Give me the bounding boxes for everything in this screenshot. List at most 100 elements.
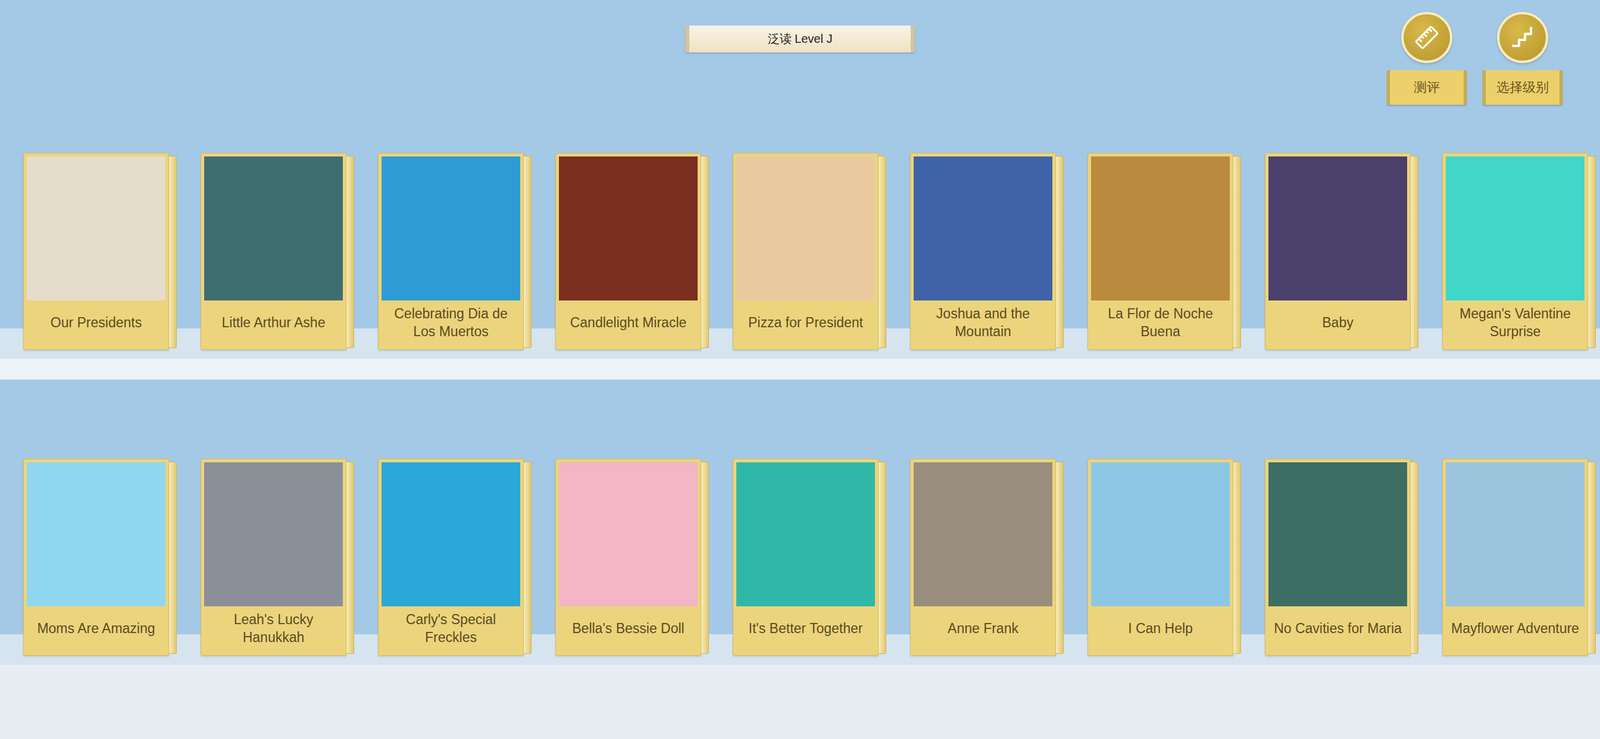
book-card[interactable]: It's Better Together [732,458,887,656]
book-front[interactable]: Candlelight Miracle [555,152,702,350]
book-title[interactable]: Carly's Special Freckles [381,606,521,652]
book-page-edge [523,155,532,349]
toolbar: 测评选择级别 [1386,0,1600,105]
tool-label[interactable]: 测评 [1386,70,1467,105]
book-title[interactable]: Little Arthur Ashe [204,300,343,346]
book-page-edge [701,461,709,655]
book-title[interactable]: Anne Frank [913,606,1053,652]
book-page-edge [346,461,355,655]
book-cover[interactable] [381,462,521,607]
book-cover[interactable] [204,462,343,607]
book-front[interactable]: Leah's Lucky Hanukkah [200,458,347,656]
book-title[interactable]: I Can Help [1091,606,1230,652]
book-card[interactable]: Bella's Bessie Doll [555,458,709,656]
book-cover[interactable] [1268,156,1408,301]
book-title[interactable]: No Cavities for Maria [1268,606,1408,652]
book-cover[interactable] [913,462,1053,607]
book-card[interactable]: Baby [1264,152,1419,350]
book-page-edge [523,461,532,655]
book-cover[interactable] [1091,462,1230,607]
book-card[interactable]: Joshua and the Mountain [910,152,1064,350]
book-front[interactable]: Megan's Valentine Surprise [1442,152,1589,350]
book-front[interactable]: Joshua and the Mountain [910,152,1056,350]
bookshelf-page: 泛读 Level J 测评选择级别 Our Presidents Little Art… [0,0,1600,739]
book-cover[interactable] [558,462,698,607]
assessment-button[interactable]: 测评 [1386,11,1467,105]
book-cover[interactable] [1445,462,1585,607]
book-front[interactable]: Moms Are Amazing [23,458,170,656]
book-title[interactable]: La Flor de Noche Buena [1091,300,1230,346]
book-front[interactable]: Mayflower Adventure [1442,458,1589,656]
book-card[interactable]: Leah's Lucky Hanukkah [200,458,355,656]
level-select-button[interactable]: 选择级别 [1482,11,1563,105]
book-front[interactable]: I Can Help [1087,458,1234,656]
book-title[interactable]: Candlelight Miracle [558,300,698,346]
book-card[interactable]: La Flor de Noche Buena [1087,152,1242,350]
book-card[interactable]: Celebrating Dia de Los Muertos [377,152,532,350]
book-cover[interactable] [1268,462,1408,607]
book-title[interactable]: Celebrating Dia de Los Muertos [381,300,521,346]
book-page-edge [878,155,887,349]
ruler-icon [1413,24,1440,51]
book-page-edge [1588,155,1596,349]
book-cover[interactable] [736,156,875,301]
book-front[interactable]: Our Presidents [23,152,170,350]
book-page-edge [169,155,177,349]
book-card[interactable]: Anne Frank [910,458,1064,656]
tool-circle[interactable] [1497,11,1549,64]
book-front[interactable]: Pizza for President [732,152,879,350]
book-page-edge [878,461,887,655]
book-card[interactable]: Pizza for President [732,152,887,350]
book-title[interactable]: Joshua and the Mountain [913,300,1053,346]
book-cover[interactable] [26,462,166,607]
book-title[interactable]: Baby [1268,300,1408,346]
book-front[interactable]: Carly's Special Freckles [377,458,524,656]
book-front[interactable]: Celebrating Dia de Los Muertos [377,152,524,350]
book-cover[interactable] [1091,156,1230,301]
book-front[interactable]: It's Better Together [732,458,879,656]
book-page-edge [1410,461,1419,655]
book-card[interactable]: Moms Are Amazing [23,458,177,656]
book-front[interactable]: Anne Frank [910,458,1056,656]
book-card[interactable]: Candlelight Miracle [555,152,709,350]
book-card[interactable]: Megan's Valentine Surprise [1442,152,1596,350]
book-front[interactable]: No Cavities for Maria [1264,458,1411,656]
book-front[interactable]: Bella's Bessie Doll [555,458,702,656]
book-cover[interactable] [736,462,875,607]
book-front[interactable]: Baby [1264,152,1411,350]
book-title[interactable]: Our Presidents [26,300,166,346]
book-cover[interactable] [381,156,521,301]
book-cover[interactable] [1445,156,1585,301]
book-title[interactable]: Bella's Bessie Doll [558,606,698,652]
shelf: Moms Are Amazing Leah's Lucky Hanukkah Car… [0,458,1600,739]
book-page-edge [169,461,177,655]
book-page-edge [346,155,355,349]
level-title: 泛读 Level J [685,25,915,53]
book-cover[interactable] [204,156,343,301]
book-card[interactable]: I Can Help [1087,458,1242,656]
book-card[interactable]: No Cavities for Maria [1264,458,1419,656]
book-card[interactable]: Mayflower Adventure [1442,458,1596,656]
book-card[interactable]: Our Presidents [23,152,177,350]
header: 泛读 Level J 测评选择级别 [0,0,1600,153]
book-cover[interactable] [26,156,166,301]
book-title[interactable]: It's Better Together [736,606,875,652]
book-row: Our Presidents Little Arthur Ashe Celebrat… [0,152,1600,350]
book-front[interactable]: Little Arthur Ashe [200,152,347,350]
book-page-edge [701,155,709,349]
book-front[interactable]: La Flor de Noche Buena [1087,152,1234,350]
book-row: Moms Are Amazing Leah's Lucky Hanukkah Car… [0,458,1600,656]
book-title[interactable]: Leah's Lucky Hanukkah [204,606,343,652]
tool-label[interactable]: 选择级别 [1482,70,1563,105]
book-page-edge [1410,155,1419,349]
book-card[interactable]: Little Arthur Ashe [200,152,355,350]
book-title[interactable]: Pizza for President [736,300,875,346]
book-cover[interactable] [913,156,1053,301]
book-title[interactable]: Megan's Valentine Surprise [1445,300,1585,346]
tool-circle[interactable] [1401,11,1453,64]
book-title[interactable]: Moms Are Amazing [26,606,166,652]
book-title[interactable]: Mayflower Adventure [1445,606,1585,652]
book-page-edge [1055,461,1064,655]
book-cover[interactable] [558,156,698,301]
book-card[interactable]: Carly's Special Freckles [377,458,532,656]
